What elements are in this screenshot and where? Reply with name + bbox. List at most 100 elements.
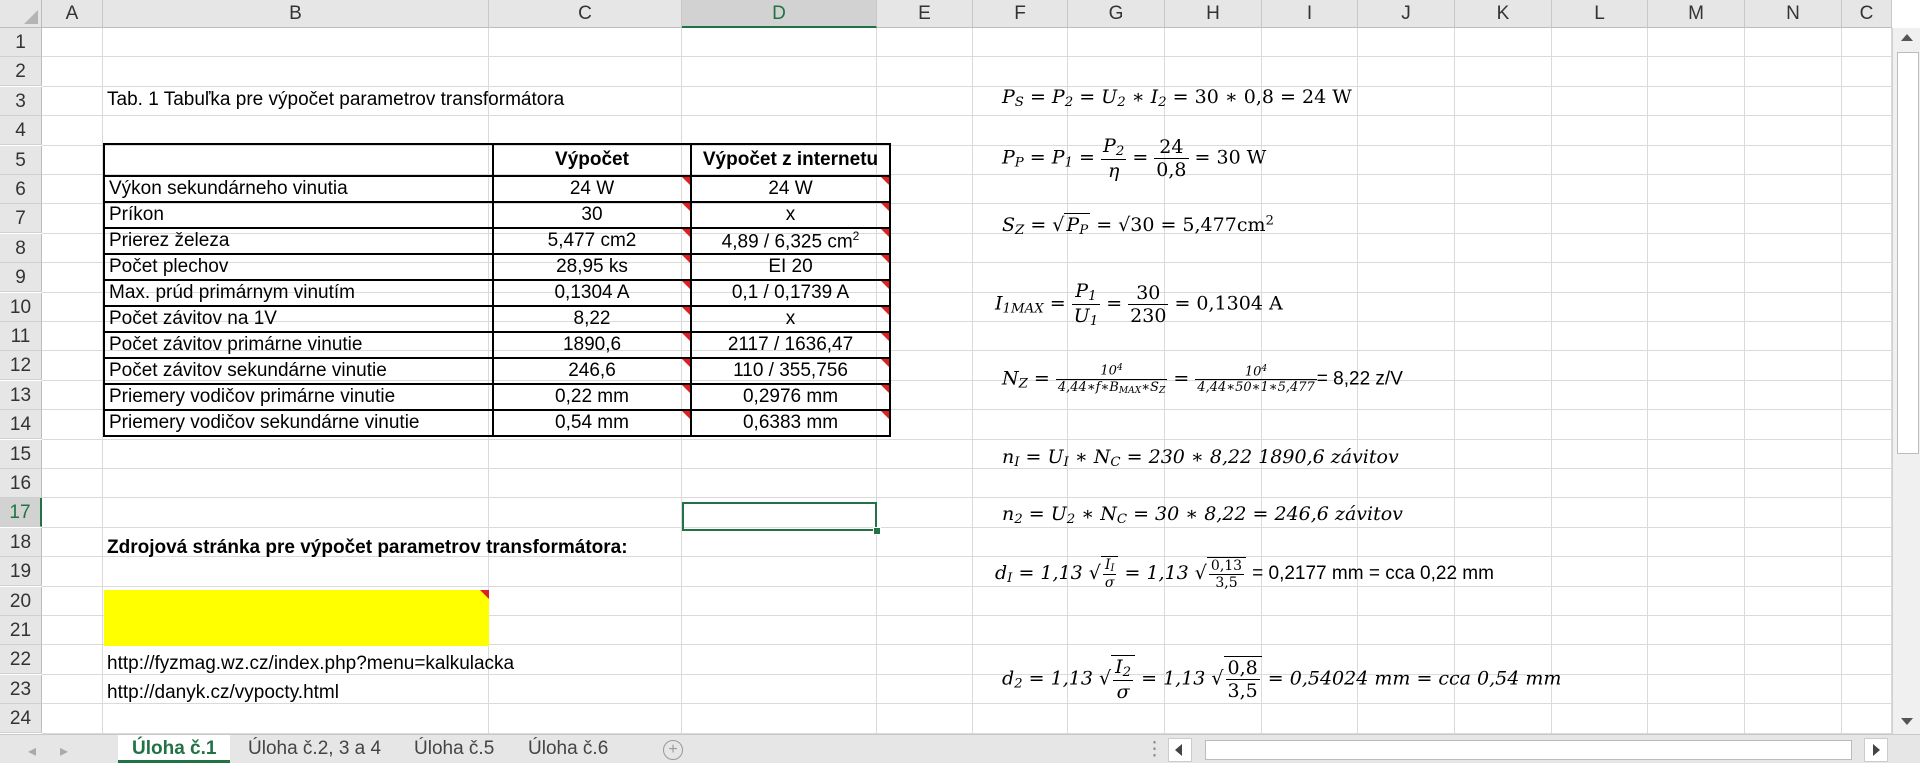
row-header[interactable]: 20 (0, 587, 42, 616)
vypocet-cell[interactable]: 30 (492, 201, 692, 229)
horizontal-scrollbar[interactable] (1205, 740, 1852, 760)
row-header[interactable]: 23 (0, 675, 42, 704)
scroll-up-icon[interactable] (1901, 34, 1913, 41)
internet-cell[interactable]: x (690, 305, 891, 334)
row-header[interactable]: 10 (0, 293, 42, 322)
row-header[interactable]: 6 (0, 175, 42, 204)
column-header[interactable]: C (489, 0, 682, 28)
row-label-cell[interactable]: Počet závitov sekundárne vinutie (103, 357, 494, 386)
row-header[interactable]: 16 (0, 469, 42, 498)
row-header[interactable]: 1 (0, 28, 42, 57)
row-label-cell[interactable]: Prierez železa (103, 226, 494, 256)
vypocet-cell[interactable]: 24 W (492, 175, 692, 203)
vertical-scrollbar[interactable] (1892, 28, 1920, 734)
row-label-cell[interactable]: Výkon sekundárneho vinutia (103, 175, 494, 203)
formula-nz: NZ = 104 4,44∗f∗BMAX∗SZ = 104 4,44∗50∗1∗5,… (1002, 363, 1403, 396)
pp-result: = 30 W (1194, 146, 1267, 169)
column-header[interactable]: J (1358, 0, 1455, 28)
row-header[interactable]: 12 (0, 351, 42, 380)
fill-handle[interactable] (873, 527, 881, 535)
hscroll-left-button[interactable] (1168, 738, 1192, 762)
internet-cell[interactable]: 4,89 / 6,325 cm2 (690, 226, 891, 256)
column-header[interactable]: A (42, 0, 103, 28)
column-header[interactable]: K (1455, 0, 1552, 28)
tab-uloha-6[interactable]: Úloha č.6 (514, 735, 622, 763)
internet-cell[interactable]: 24 W (690, 175, 891, 203)
header-vypocet-internet[interactable]: Výpočet z internetu (690, 143, 891, 177)
row-header[interactable]: 9 (0, 263, 42, 292)
row-label-cell[interactable]: Priemery vodičov sekundárne vinutie (103, 409, 494, 438)
row-header[interactable]: 2 (0, 57, 42, 86)
row-label-cell[interactable]: Príkon (103, 201, 494, 229)
row-header[interactable]: 24 (0, 704, 42, 733)
column-header[interactable]: G (1068, 0, 1165, 28)
column-header[interactable]: I (1262, 0, 1358, 28)
row-header[interactable]: 13 (0, 381, 42, 410)
internet-cell[interactable]: 2117 / 1636,47 (690, 331, 891, 360)
row-header[interactable]: 7 (0, 204, 42, 233)
row-label-cell[interactable]: Počet plechov (103, 253, 494, 282)
hscroll-right-button[interactable] (1864, 738, 1888, 762)
row-label-cell[interactable]: Počet závitov na 1V (103, 305, 494, 334)
row-header[interactable]: 21 (0, 616, 42, 645)
column-header[interactable]: B (103, 0, 489, 28)
row-header[interactable]: 8 (0, 234, 42, 263)
vypocet-cell[interactable]: 28,95 ks (492, 253, 692, 282)
scroll-down-icon[interactable] (1901, 718, 1913, 725)
column-header[interactable]: M (1648, 0, 1745, 28)
internet-cell[interactable]: EI 20 (690, 253, 891, 282)
grid-column-line (1841, 28, 1842, 734)
tab-uloha-2-3-4[interactable]: Úloha č.2, 3 a 4 (234, 735, 395, 763)
select-all-corner[interactable] (0, 0, 42, 28)
column-header[interactable]: L (1552, 0, 1648, 28)
header-empty[interactable] (103, 143, 494, 177)
cell-text: Počet závitov sekundárne vinutie (109, 360, 387, 382)
internet-cell[interactable]: 0,2976 mm (690, 383, 891, 412)
row-header[interactable]: 15 (0, 440, 42, 469)
column-header[interactable]: C (1842, 0, 1892, 28)
header-vypocet[interactable]: Výpočet (492, 143, 692, 177)
internet-cell[interactable]: 110 / 355,756 (690, 357, 891, 386)
vypocet-cell[interactable]: 0,22 mm (492, 383, 692, 412)
row-header[interactable]: 3 (0, 87, 42, 116)
more-options-icon[interactable]: ⋮ (1145, 738, 1164, 761)
link-danyk[interactable]: http://danyk.cz/vypocty.html (107, 682, 339, 704)
row-header[interactable]: 19 (0, 557, 42, 586)
internet-cell[interactable]: 0,1 / 0,1739 A (690, 279, 891, 308)
tab-uloha-5[interactable]: Úloha č.5 (400, 735, 508, 763)
row-header[interactable]: 11 (0, 322, 42, 351)
tab-scroll-left-icon[interactable]: ◂ (28, 741, 36, 761)
vypocet-cell[interactable]: 5,477 cm2 (492, 226, 692, 256)
internet-cell[interactable]: 0,6383 mm (690, 409, 891, 438)
row-header[interactable]: 18 (0, 528, 42, 557)
cell-text: Priemery vodičov primárne vinutie (109, 386, 396, 408)
internet-cell[interactable]: x (690, 201, 891, 229)
row-header[interactable]: 17 (0, 498, 42, 527)
vypocet-cell[interactable]: 0,54 mm (492, 409, 692, 438)
row-header[interactable]: 4 (0, 116, 42, 145)
column-header[interactable]: H (1165, 0, 1262, 28)
link-fyzmag[interactable]: http://fyzmag.wz.cz/index.php?menu=kalku… (107, 653, 514, 675)
column-header[interactable]: D (682, 0, 877, 28)
vypocet-cell[interactable]: 246,6 (492, 357, 692, 386)
row-label-cell[interactable]: Max. prúd primárnym vinutím (103, 279, 494, 308)
row-header[interactable]: 22 (0, 645, 42, 674)
column-header[interactable]: F (973, 0, 1068, 28)
vypocet-cell[interactable]: 1890,6 (492, 331, 692, 360)
tab-scroll-right-icon[interactable]: ▸ (60, 741, 68, 761)
column-header[interactable]: E (877, 0, 973, 28)
table-row: Priemery vodičov primárne vinutie 0,22 mm… (103, 383, 891, 412)
row-label-cell[interactable]: Priemery vodičov primárne vinutie (103, 383, 494, 412)
column-header[interactable]: N (1745, 0, 1842, 28)
vypocet-cell[interactable]: 8,22 (492, 305, 692, 334)
row-label-cell[interactable]: Počet závitov primárne vinutie (103, 331, 494, 360)
formula-ni: nI = UI ∗ NC = 230 ∗ 8,22 1890,6 závitov (1002, 446, 1399, 470)
row-header[interactable]: 14 (0, 410, 42, 439)
add-sheet-icon[interactable]: + (663, 740, 683, 760)
vypocet-cell[interactable]: 0,1304 A (492, 279, 692, 308)
scroll-thumb[interactable] (1897, 52, 1919, 454)
tab-uloha-1[interactable]: Úloha č.1 (118, 735, 231, 763)
row-header[interactable]: 5 (0, 146, 42, 175)
selected-cell-d17[interactable] (682, 502, 877, 531)
yellow-highlight-cell[interactable] (104, 590, 489, 646)
